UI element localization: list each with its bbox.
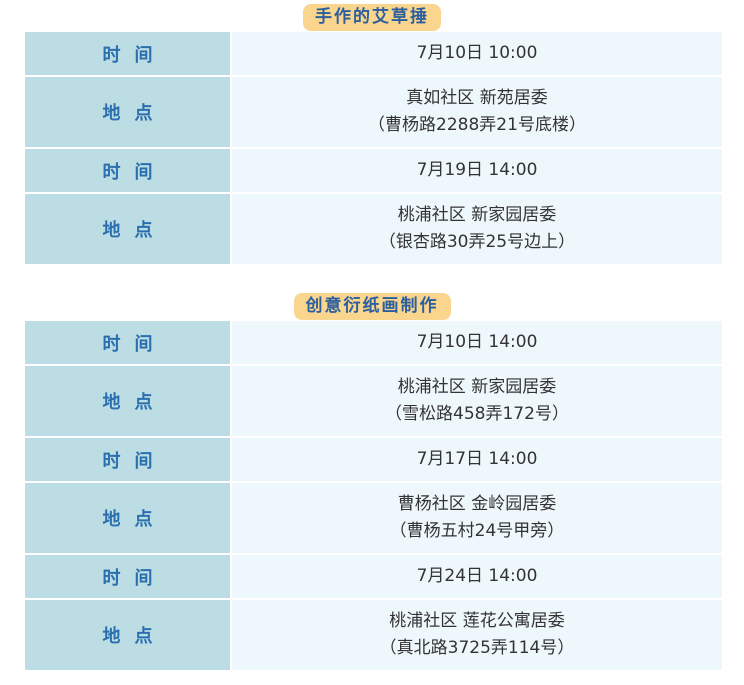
row-value: 桃浦社区 莲花公寓居委 （真北路3725弄114号）	[232, 600, 722, 670]
row-label: 时间	[25, 149, 230, 192]
row-label: 时间	[25, 32, 230, 75]
row-value: 桃浦社区 新家园居委 （银杏路30弄25号边上）	[232, 194, 722, 264]
value-line: （真北路3725弄114号）	[379, 638, 575, 658]
table-row: 时间 7月19日 14:00	[25, 147, 722, 192]
page: 手作的艾草捶 时间 7月10日 10:00 地点 真如社区 新苑居委 （曹杨路2…	[0, 0, 744, 670]
table-row: 时间 7月17日 14:00	[25, 436, 722, 481]
section-title: 创意衍纸画制作	[293, 293, 451, 320]
row-label: 时间	[25, 321, 230, 364]
row-label: 地点	[25, 366, 230, 436]
table-row: 地点 桃浦社区 莲花公寓居委 （真北路3725弄114号）	[25, 598, 722, 670]
section-title: 手作的艾草捶	[303, 4, 441, 31]
row-label: 地点	[25, 600, 230, 670]
value-line: （曹杨五村24号甲旁）	[389, 521, 565, 541]
row-value: 7月17日 14:00	[232, 438, 722, 481]
value-line: （曹杨路2288弄21号底楼）	[368, 115, 586, 135]
value-line: 曹杨社区 金岭园居委	[397, 494, 557, 514]
table-row: 地点 桃浦社区 新家园居委 （银杏路30弄25号边上）	[25, 192, 722, 264]
value-line: 桃浦社区 新家园居委	[397, 377, 557, 397]
row-value: 7月10日 14:00	[232, 321, 722, 364]
value-line: 7月10日 14:00	[416, 332, 538, 352]
value-line: 7月10日 10:00	[416, 43, 538, 63]
row-label: 时间	[25, 555, 230, 598]
value-line: 7月19日 14:00	[416, 160, 538, 180]
value-line: （银杏路30弄25号边上）	[378, 232, 576, 252]
table-row: 地点 曹杨社区 金岭园居委 （曹杨五村24号甲旁）	[25, 481, 722, 553]
row-value: 7月24日 14:00	[232, 555, 722, 598]
value-line: 真如社区 新苑居委	[406, 88, 548, 108]
row-label: 地点	[25, 483, 230, 553]
value-line: 7月17日 14:00	[416, 449, 538, 469]
table-row: 时间 7月10日 10:00	[25, 32, 722, 75]
row-label: 时间	[25, 438, 230, 481]
value-line: （雪松路458弄172号）	[385, 404, 569, 424]
row-value: 曹杨社区 金岭园居委 （曹杨五村24号甲旁）	[232, 483, 722, 553]
schedule-table: 时间 7月10日 10:00 地点 真如社区 新苑居委 （曹杨路2288弄21号…	[25, 32, 722, 264]
row-label: 地点	[25, 194, 230, 264]
row-label: 地点	[25, 77, 230, 147]
value-line: 桃浦社区 新家园居委	[397, 205, 557, 225]
table-row: 地点 真如社区 新苑居委 （曹杨路2288弄21号底楼）	[25, 75, 722, 147]
value-line: 7月24日 14:00	[416, 566, 538, 586]
row-value: 7月10日 10:00	[232, 32, 722, 75]
value-line: 桃浦社区 莲花公寓居委	[389, 611, 565, 631]
table-row: 时间 7月10日 14:00	[25, 321, 722, 364]
row-value: 真如社区 新苑居委 （曹杨路2288弄21号底楼）	[232, 77, 722, 147]
activity-section-1: 手作的艾草捶 时间 7月10日 10:00 地点 真如社区 新苑居委 （曹杨路2…	[0, 0, 744, 264]
activity-section-2: 创意衍纸画制作 时间 7月10日 14:00 地点 桃浦社区 新家园居委 （雪松…	[0, 293, 744, 670]
table-row: 地点 桃浦社区 新家园居委 （雪松路458弄172号）	[25, 364, 722, 436]
schedule-table: 时间 7月10日 14:00 地点 桃浦社区 新家园居委 （雪松路458弄172…	[25, 321, 722, 670]
table-row: 时间 7月24日 14:00	[25, 553, 722, 598]
row-value: 7月19日 14:00	[232, 149, 722, 192]
row-value: 桃浦社区 新家园居委 （雪松路458弄172号）	[232, 366, 722, 436]
